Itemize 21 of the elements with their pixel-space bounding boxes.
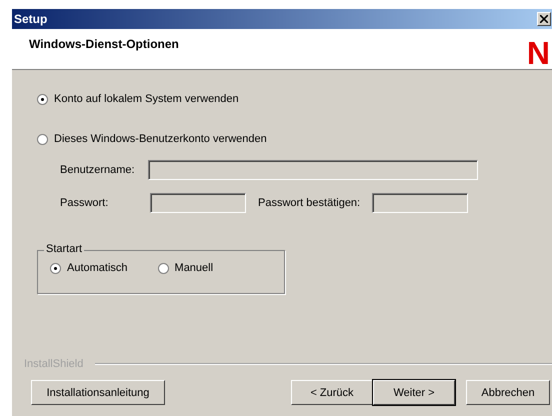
radio-label: Konto auf lokalem System verwenden xyxy=(54,93,239,105)
radio-label: Manuell xyxy=(174,262,214,274)
page-title: Windows-Dienst-Optionen xyxy=(29,37,179,53)
radio-label: Automatisch xyxy=(67,262,128,274)
radio-button[interactable] xyxy=(37,94,48,104)
back-button[interactable]: < Zurück xyxy=(291,380,373,405)
logo: N xyxy=(526,37,550,69)
cancel-button[interactable]: Abbrechen xyxy=(466,380,550,405)
radio-button[interactable] xyxy=(158,262,169,274)
guide-button[interactable]: Installationsanleitung xyxy=(31,380,165,405)
field-label: Benutzername: xyxy=(60,164,136,176)
close-button[interactable] xyxy=(537,12,551,26)
radio-button[interactable] xyxy=(37,134,48,144)
window-title: Setup xyxy=(14,12,48,26)
field-label: Passwort bestätigen: xyxy=(258,196,360,208)
close-icon xyxy=(540,15,548,23)
field-label: Passwort: xyxy=(60,196,110,208)
next-button[interactable]: Weiter > xyxy=(373,380,455,405)
radio-label: Dieses Windows-Benutzerkonto verwenden xyxy=(54,133,267,145)
group-title: Startart xyxy=(44,243,84,255)
radio-button[interactable] xyxy=(50,262,61,274)
